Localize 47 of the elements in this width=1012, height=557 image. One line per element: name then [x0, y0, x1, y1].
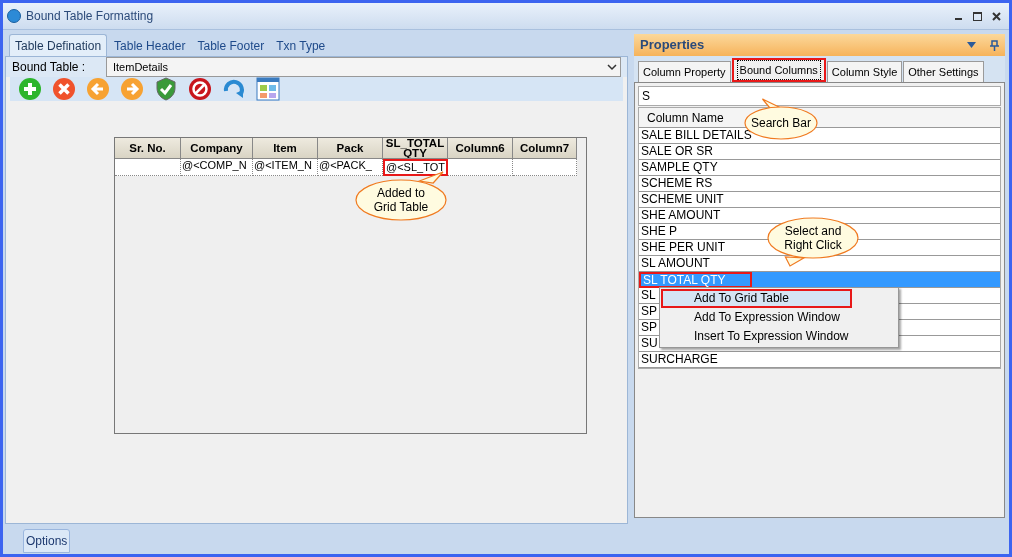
list-row[interactable]: SAMPLE QTY: [639, 160, 1000, 176]
bound-table-dropdown[interactable]: ItemDetails: [106, 57, 621, 77]
tab[interactable]: Table Footer: [192, 36, 270, 56]
tab[interactable]: Table Header: [109, 36, 191, 56]
column-header[interactable]: Sr. No.: [115, 138, 181, 159]
list-row[interactable]: SHE AMOUNT: [639, 208, 1000, 224]
menu-item[interactable]: Add To Grid Table: [661, 289, 852, 308]
window-title: Bound Table Formatting: [26, 8, 154, 25]
tab[interactable]: Bound Columns: [731, 58, 826, 82]
shield-check-icon[interactable]: [154, 77, 178, 101]
maximize-icon[interactable]: [973, 11, 982, 21]
tab[interactable]: Txn Type: [271, 36, 331, 56]
tab[interactable]: Table Defination: [9, 34, 108, 56]
menu-item[interactable]: Insert To Expression Window: [661, 327, 897, 346]
dropdown-arrow-icon[interactable]: [967, 42, 976, 48]
column-header[interactable]: Pack: [318, 138, 383, 159]
menu-item[interactable]: Add To Expression Window: [661, 308, 897, 327]
bound-table-label: Bound Table :: [11, 59, 87, 76]
table-cell: @<PACK_: [318, 159, 383, 176]
refresh-icon[interactable]: [222, 77, 246, 101]
tab[interactable]: Column Style: [826, 61, 903, 82]
column-header[interactable]: Company: [181, 138, 253, 159]
layout-icon[interactable]: [256, 77, 280, 101]
column-header[interactable]: Item: [253, 138, 318, 159]
list-row[interactable]: SCHEME UNIT: [639, 192, 1000, 208]
search-field[interactable]: S: [638, 86, 1001, 106]
table-cell: @<COMP_N: [181, 159, 253, 176]
chevron-down-icon: [607, 63, 617, 71]
delete-icon[interactable]: [52, 77, 76, 101]
table-cell: @<SL_TOT: [383, 159, 448, 176]
stop-icon[interactable]: [188, 77, 212, 101]
table-cell: @<ITEM_N: [253, 159, 318, 176]
callout-tooltip: Select and Right Click: [767, 217, 859, 267]
list-row[interactable]: SURCHARGE: [639, 352, 1000, 368]
add-icon[interactable]: [18, 77, 42, 101]
column-header[interactable]: Column7: [513, 138, 577, 159]
column-header[interactable]: Column6: [448, 138, 513, 159]
list-row[interactable]: SCHEME RS: [639, 176, 1000, 192]
tab[interactable]: Column Property: [638, 61, 731, 82]
panel-title: Properties: [640, 36, 705, 55]
close-icon[interactable]: [992, 11, 1001, 21]
list-row[interactable]: SL AMOUNT: [639, 256, 1000, 272]
options-button[interactable]: Options: [23, 529, 71, 553]
pin-icon[interactable]: [990, 39, 999, 51]
tab[interactable]: Other Settings: [903, 61, 984, 82]
list-row[interactable]: SALE OR SR: [639, 144, 1000, 160]
app-logo-icon: [7, 9, 21, 23]
